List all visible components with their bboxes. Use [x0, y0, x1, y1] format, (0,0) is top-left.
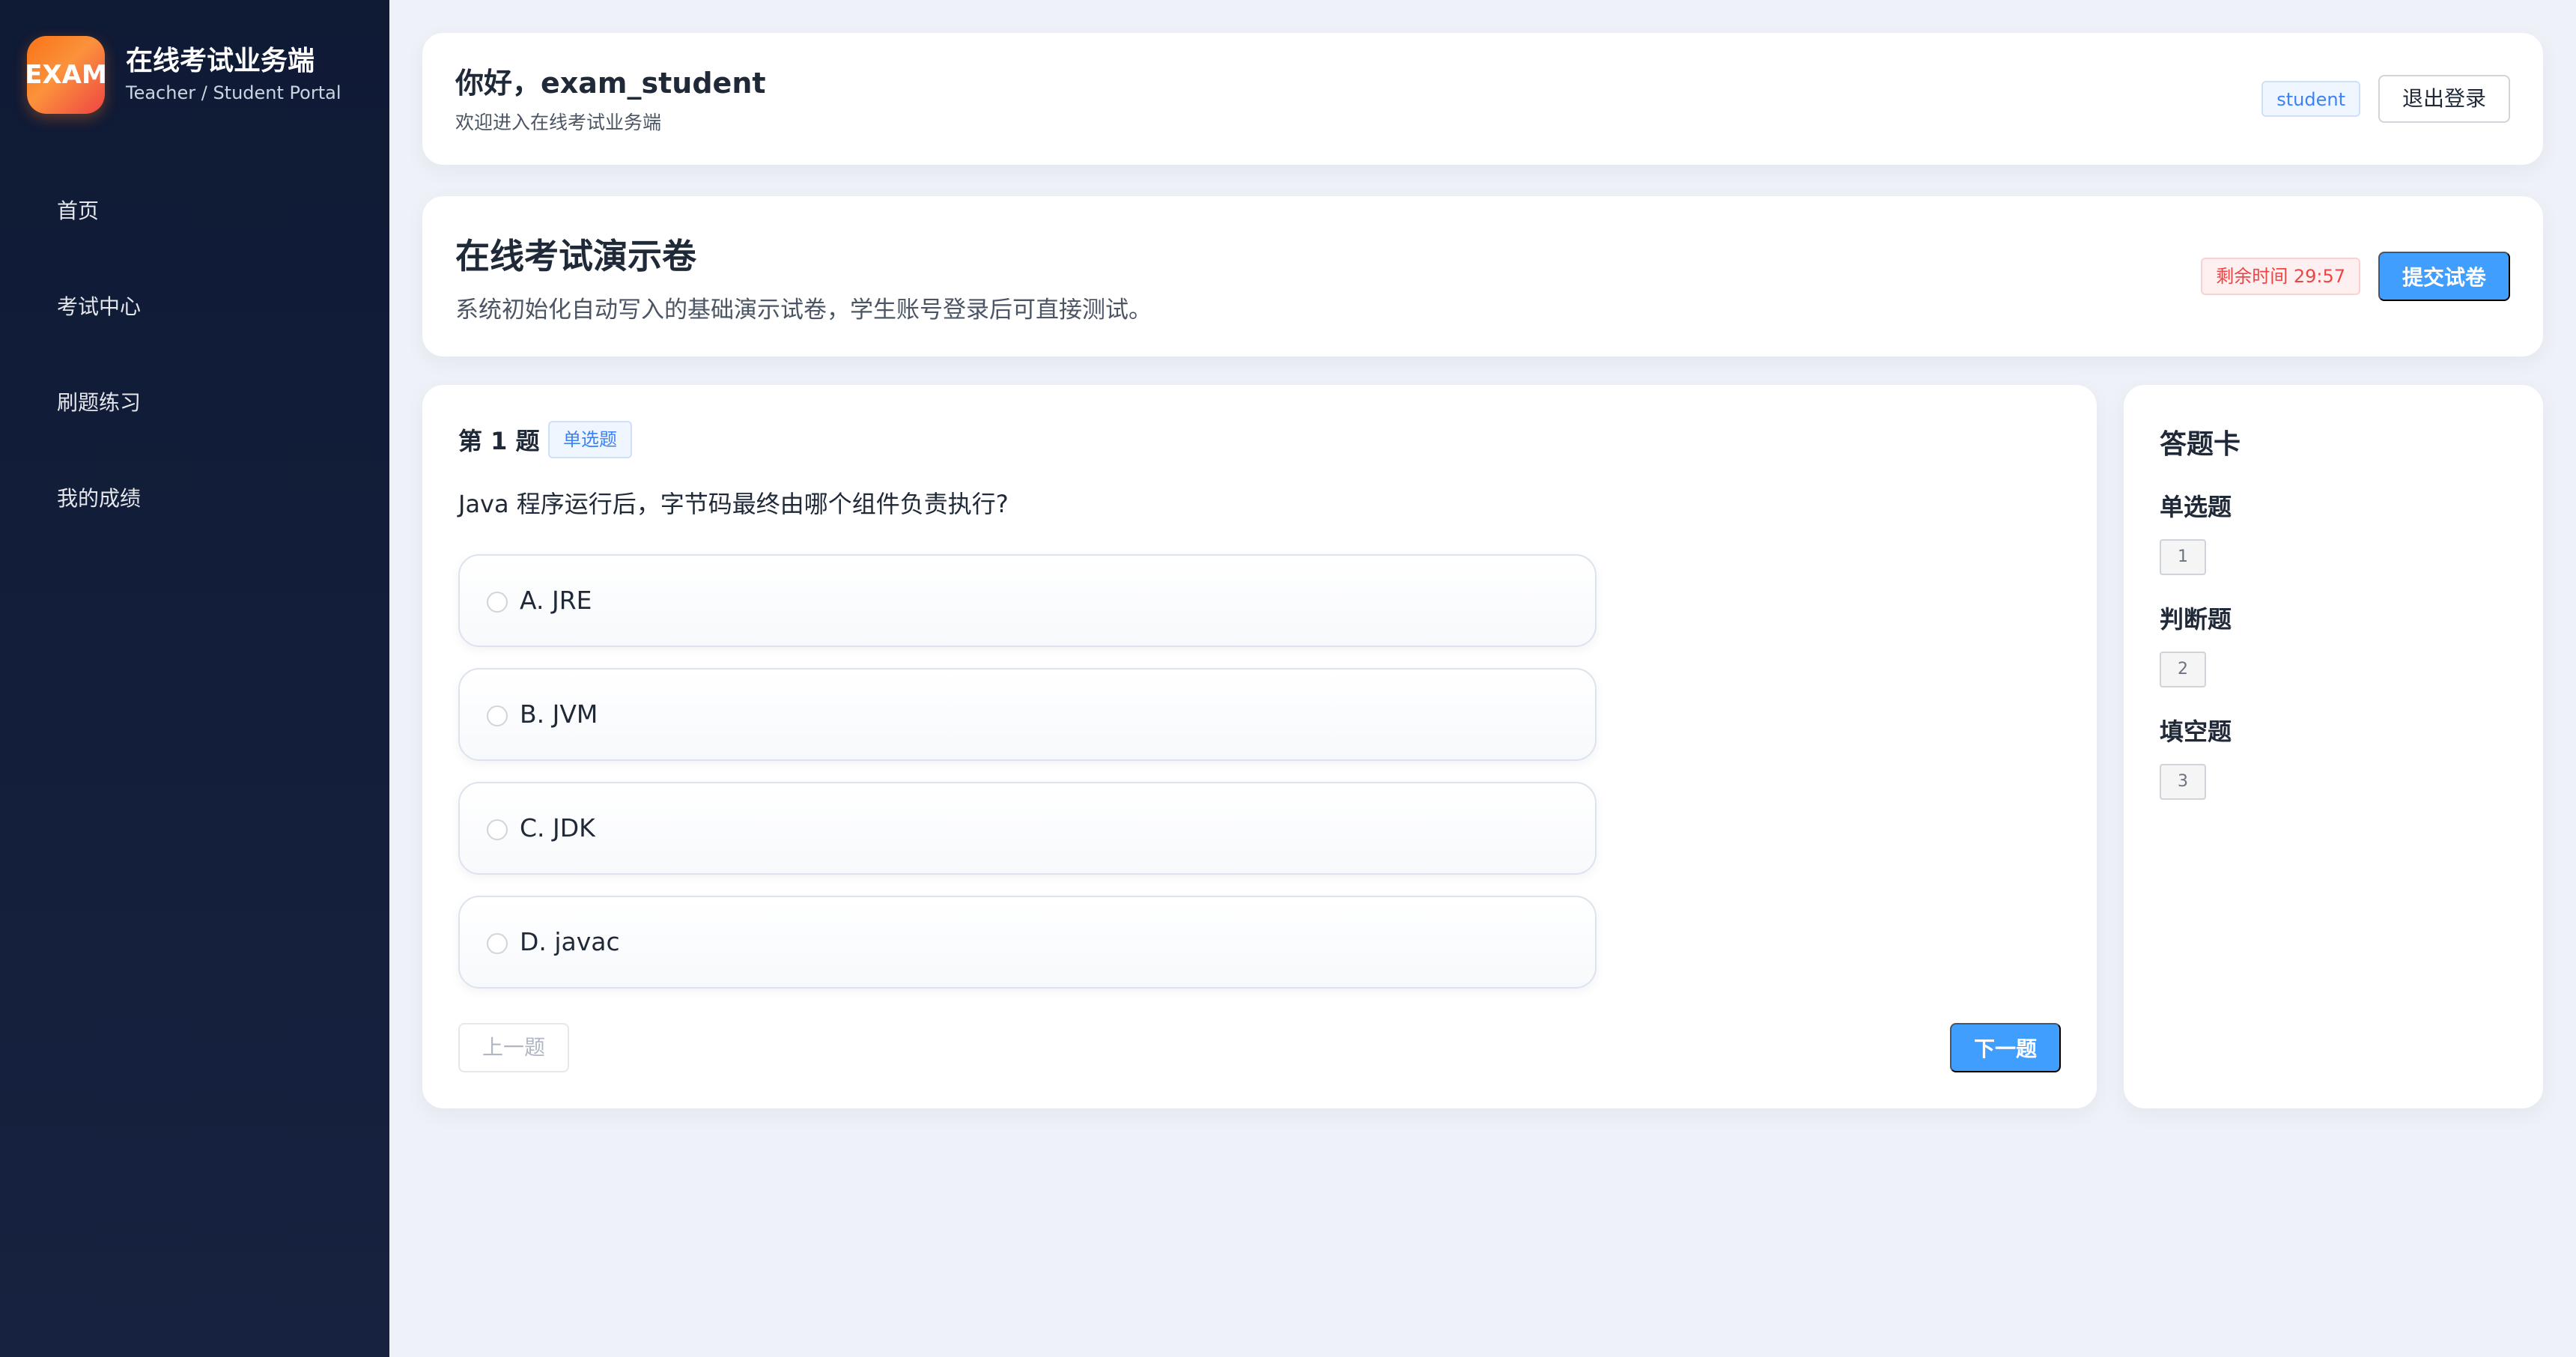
radio-icon[interactable] [487, 705, 508, 726]
app-title: 在线考试业务端 [126, 46, 315, 76]
welcome-text: 欢迎进入在线考试业务端 [455, 112, 662, 133]
question-nav-button[interactable]: 2 [2160, 652, 2206, 687]
question-text: Java 程序运行后，字节码最终由哪个组件负责执行? [458, 490, 1009, 518]
greeting: 你好，exam_student [455, 67, 766, 100]
sidebar-item-my-scores[interactable]: 我的成绩 [0, 451, 389, 547]
role-badge: student [2261, 81, 2360, 117]
option-label: C. JDK [520, 813, 595, 843]
sidebar-item-home[interactable]: 首页 [0, 163, 389, 259]
radio-icon[interactable] [487, 819, 508, 840]
brand-text: 在线考试业务端 Teacher / Student Portal [126, 45, 341, 105]
timer-badge: 剩余时间 29:57 [2201, 258, 2360, 295]
radio-icon[interactable] [487, 933, 508, 954]
group-title: 填空题 [2160, 717, 2232, 746]
question-nav-button[interactable]: 1 [2160, 539, 2206, 575]
sidebar-item-practice[interactable]: 刷题练习 [0, 355, 389, 451]
group-fill-blank: 填空题 3 [2160, 713, 2232, 800]
logout-button[interactable]: 退出登录 [2378, 75, 2510, 123]
submit-exam-button[interactable]: 提交试卷 [2378, 252, 2510, 301]
option-label: D. javac [520, 927, 620, 956]
sidebar-nav: 首页 考试中心 刷题练习 我的成绩 [0, 163, 389, 547]
radio-icon[interactable] [487, 592, 508, 613]
option-d[interactable]: D. javac [458, 896, 1597, 989]
exam-title: 在线考试演示卷 [455, 236, 696, 276]
question-type-badge: 单选题 [548, 421, 632, 458]
sidebar-item-exam-center[interactable]: 考试中心 [0, 259, 389, 355]
app-subtitle: Teacher / Student Portal [126, 82, 341, 103]
option-a[interactable]: A. JRE [458, 554, 1597, 647]
previous-question-button[interactable]: 上一题 [458, 1023, 569, 1072]
answer-sheet-card: 答题卡 单选题 1 判断题 2 填空题 3 [2124, 385, 2543, 1108]
exam-logo: EXAM [25, 36, 107, 114]
group-true-false: 判断题 2 [2160, 601, 2232, 687]
group-title: 单选题 [2160, 493, 2232, 521]
brand: EXAM 在线考试业务端 Teacher / Student Portal [25, 36, 341, 114]
option-b[interactable]: B. JVM [458, 668, 1597, 761]
group-title: 判断题 [2160, 605, 2232, 634]
question-card: 第 1 题 单选题 Java 程序运行后，字节码最终由哪个组件负责执行? A. … [422, 385, 2097, 1108]
header-card: 你好，exam_student 欢迎进入在线考试业务端 student 退出登录 [422, 33, 2543, 165]
exam-info-card: 在线考试演示卷 系统初始化自动写入的基础演示试卷，学生账号登录后可直接测试。 剩… [422, 196, 2543, 356]
options-list: A. JRE B. JVM C. JDK D. javac [458, 554, 1597, 1010]
question-number: 第 1 题 [458, 427, 540, 455]
group-single-choice: 单选题 1 [2160, 488, 2232, 575]
sidebar: EXAM 在线考试业务端 Teacher / Student Portal 首页… [0, 0, 389, 1357]
option-c[interactable]: C. JDK [458, 782, 1597, 875]
question-nav-button[interactable]: 3 [2160, 764, 2206, 800]
option-label: A. JRE [520, 586, 592, 615]
next-question-button[interactable]: 下一题 [1950, 1023, 2061, 1072]
exam-description: 系统初始化自动写入的基础演示试卷，学生账号登录后可直接测试。 [455, 297, 1152, 324]
answer-sheet-title: 答题卡 [2160, 429, 2241, 460]
option-label: B. JVM [520, 699, 598, 729]
